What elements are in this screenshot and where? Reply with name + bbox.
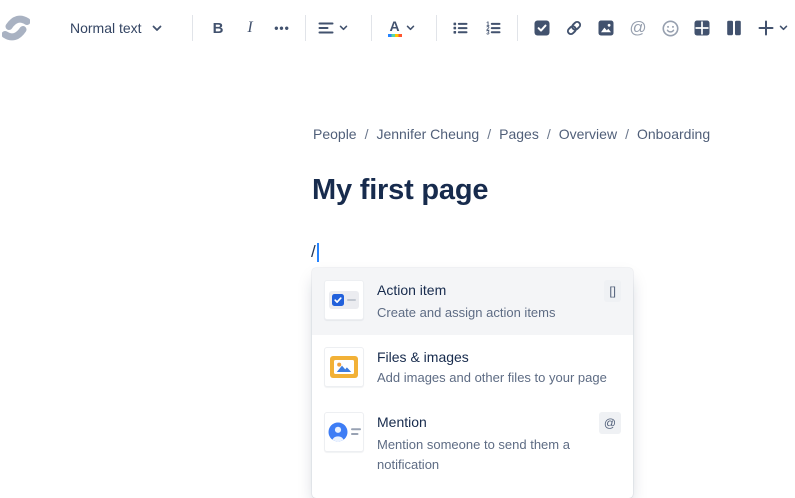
menu-item-description: Add images and other files to your page — [377, 368, 621, 388]
shortcut-badge: [] — [604, 280, 621, 302]
toolbar-separator — [305, 15, 306, 41]
link-icon — [564, 18, 584, 38]
numbered-list-icon: 123 — [484, 19, 502, 37]
text-color-button[interactable]: A — [379, 12, 423, 44]
more-formatting-button[interactable]: ••• — [266, 12, 298, 44]
chevron-down-icon — [339, 25, 348, 31]
toolbar-separator — [192, 15, 193, 41]
slash-command-menu: Action item [] Create and assign action … — [312, 268, 633, 498]
chevron-down-icon — [152, 25, 162, 32]
editor-text-line[interactable]: / — [311, 241, 319, 263]
typed-slash-text: / — [311, 242, 316, 262]
breadcrumb-item-jennifer-cheung[interactable]: Jennifer Cheung — [376, 126, 479, 142]
layouts-button[interactable] — [718, 12, 750, 44]
insert-more-button[interactable] — [750, 12, 794, 44]
menu-item-title: Files & images — [377, 347, 469, 367]
breadcrumb-item-pages[interactable]: Pages — [499, 126, 539, 142]
emoji-icon — [661, 19, 680, 38]
mention-button[interactable]: @ — [622, 12, 654, 44]
menu-item-files-images[interactable]: Files & images Add images and other file… — [312, 335, 633, 400]
mention-icon — [324, 412, 364, 452]
breadcrumb-item-overview[interactable]: Overview — [559, 126, 617, 142]
plus-icon — [757, 19, 775, 37]
italic-button[interactable]: I — [234, 12, 266, 44]
text-style-dropdown[interactable]: Normal text — [62, 12, 168, 44]
page-title[interactable]: My first page — [312, 174, 488, 207]
breadcrumb-separator: / — [357, 126, 377, 142]
insert-image-button[interactable] — [590, 12, 622, 44]
breadcrumb-separator: / — [539, 126, 559, 142]
toolbar-separator — [371, 15, 372, 41]
image-icon — [597, 19, 615, 37]
confluence-logo — [2, 14, 30, 42]
menu-item-title: Action item — [377, 280, 446, 300]
text-style-label: Normal text — [70, 20, 142, 36]
toolbar-separator — [436, 15, 437, 41]
table-icon — [693, 19, 711, 37]
breadcrumb-separator: / — [479, 126, 499, 142]
bullet-list-icon — [451, 19, 469, 37]
chevron-down-icon — [779, 25, 788, 31]
mini-person-icon — [328, 422, 361, 442]
text-color-icon: A — [388, 20, 402, 37]
align-left-icon — [317, 19, 335, 37]
shortcut-badge: @ — [599, 412, 621, 434]
menu-item-title: Mention — [377, 412, 427, 432]
layout-columns-icon — [725, 19, 743, 37]
mini-checkbox-icon — [332, 294, 344, 306]
menu-item-mention[interactable]: Mention @ Mention someone to send them a… — [312, 400, 633, 487]
toolbar-separator — [517, 15, 518, 41]
mini-picture-icon — [334, 360, 354, 374]
bullet-list-button[interactable] — [444, 12, 476, 44]
action-item-button[interactable] — [526, 12, 558, 44]
action-item-icon — [324, 280, 364, 320]
svg-text:3: 3 — [486, 31, 490, 37]
bold-button[interactable]: B — [202, 12, 234, 44]
numbered-list-button[interactable]: 123 — [477, 12, 509, 44]
menu-item-description: Create and assign action items — [377, 303, 621, 323]
insert-table-button[interactable] — [686, 12, 718, 44]
task-checkbox-icon — [533, 19, 551, 37]
menu-item-action-item[interactable]: Action item [] Create and assign action … — [312, 268, 633, 335]
breadcrumb: People / Jennifer Cheung / Pages / Overv… — [313, 126, 710, 142]
chevron-down-icon — [406, 25, 415, 31]
emoji-button[interactable] — [654, 12, 686, 44]
breadcrumb-item-people[interactable]: People — [313, 126, 357, 142]
files-images-icon — [324, 347, 364, 387]
editor-toolbar: Normal text B I ••• A 123 @ — [0, 0, 795, 56]
text-cursor — [317, 243, 319, 262]
menu-item-description: Mention someone to send them a notificat… — [377, 435, 621, 475]
link-button[interactable] — [558, 12, 590, 44]
breadcrumb-separator: / — [617, 126, 637, 142]
alignment-button[interactable] — [310, 12, 354, 44]
breadcrumb-item-onboarding[interactable]: Onboarding — [637, 126, 710, 142]
